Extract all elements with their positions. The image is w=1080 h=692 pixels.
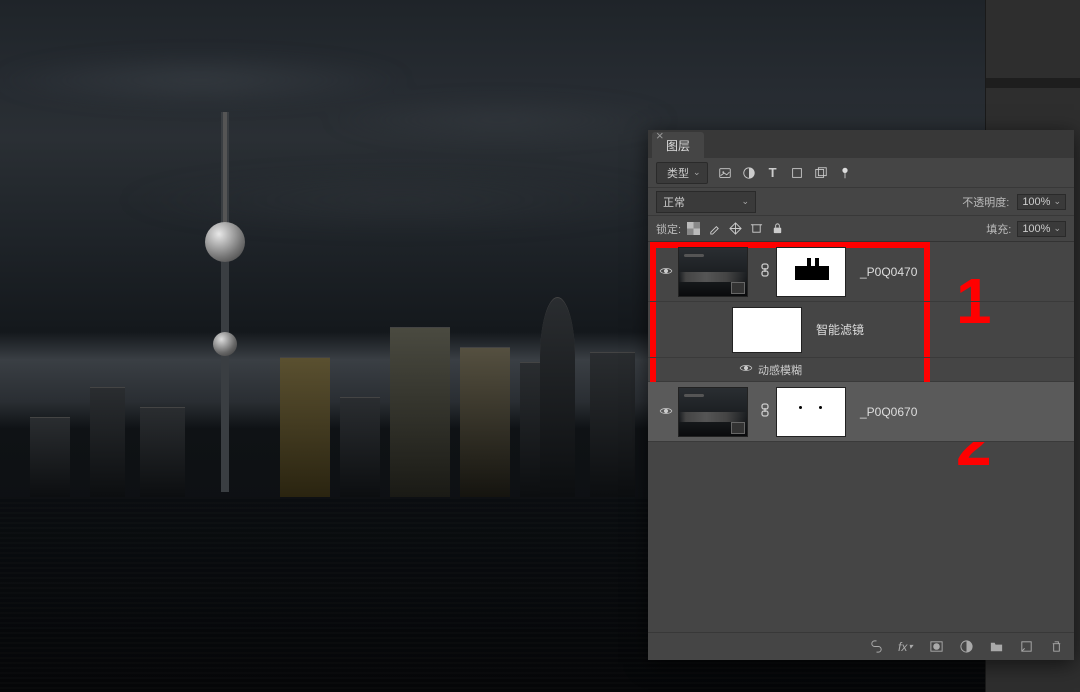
smart-filter-row[interactable]: 智能滤镜 xyxy=(648,302,1074,358)
smart-filter-mask[interactable] xyxy=(732,307,802,353)
lock-position-icon[interactable] xyxy=(729,222,742,235)
group-icon[interactable] xyxy=(988,639,1004,655)
fill-input[interactable]: 100% ⌄ xyxy=(1017,221,1066,237)
chevron-down-icon: ⌄ xyxy=(1053,196,1061,207)
lock-transparency-icon[interactable] xyxy=(687,222,700,235)
layer-row[interactable]: _P0Q0470 xyxy=(648,242,1074,302)
blend-mode-select[interactable]: 正常 ⌄ xyxy=(656,191,756,213)
layers-list: 1 2 _P0Q0470 智能滤镜 动感模糊 xyxy=(648,242,1074,630)
layers-footer: fx▾ xyxy=(648,632,1074,660)
filter-item[interactable]: 动感模糊 xyxy=(648,358,1074,382)
filter-type-select[interactable]: 类型 ⌄ xyxy=(656,162,708,184)
delete-layer-icon[interactable] xyxy=(1048,639,1064,655)
visibility-icon[interactable] xyxy=(659,265,673,279)
filter-text-icon[interactable]: T xyxy=(766,166,780,180)
filter-smart-icon[interactable] xyxy=(814,166,828,180)
layer-row[interactable]: _P0Q0670 xyxy=(648,382,1074,442)
blend-opacity-row: 正常 ⌄ 不透明度: 100% ⌄ xyxy=(648,188,1074,216)
layer-name[interactable]: _P0Q0670 xyxy=(860,405,917,419)
layer-style-icon[interactable]: fx▾ xyxy=(898,639,914,655)
layer-thumbnail[interactable] xyxy=(678,247,748,297)
layer-mask-thumbnail[interactable] xyxy=(776,247,846,297)
layer-mask-icon[interactable] xyxy=(928,639,944,655)
blend-mode-value: 正常 xyxy=(663,194,685,210)
close-icon[interactable]: × xyxy=(656,128,664,143)
opacity-value: 100% xyxy=(1022,196,1050,208)
filter-pixel-icon[interactable] xyxy=(718,166,732,180)
lock-paint-icon[interactable] xyxy=(708,222,721,235)
panel-tabs: 图层 xyxy=(648,130,1074,158)
chevron-down-icon: ⌄ xyxy=(741,196,749,207)
filter-toggle-icon[interactable] xyxy=(838,166,852,180)
lock-artboard-icon[interactable] xyxy=(750,222,763,235)
new-layer-icon[interactable] xyxy=(1018,639,1034,655)
opacity-input[interactable]: 100% ⌄ xyxy=(1017,194,1066,210)
layer-mask-thumbnail[interactable] xyxy=(776,387,846,437)
fill-label: 填充: xyxy=(986,221,1011,237)
fill-value: 100% xyxy=(1022,223,1050,235)
filter-shape-icon[interactable] xyxy=(790,166,804,180)
adjustment-layer-icon[interactable] xyxy=(958,639,974,655)
filter-adjust-icon[interactable] xyxy=(742,166,756,180)
lock-label: 锁定: xyxy=(656,221,681,237)
visibility-icon[interactable] xyxy=(659,405,673,419)
link-icon[interactable] xyxy=(758,403,772,420)
layer-name[interactable]: _P0Q0470 xyxy=(860,265,917,279)
link-layers-icon[interactable] xyxy=(868,639,884,655)
lock-fill-row: 锁定: 填充: 100% ⌄ xyxy=(648,216,1074,242)
chevron-down-icon: ⌄ xyxy=(693,167,701,178)
layer-thumbnail[interactable] xyxy=(678,387,748,437)
filter-name: 动感模糊 xyxy=(758,362,802,378)
link-icon[interactable] xyxy=(758,263,772,280)
filter-label: 类型 xyxy=(667,165,689,181)
visibility-icon[interactable] xyxy=(739,363,753,376)
lock-all-icon[interactable] xyxy=(771,222,784,235)
chevron-down-icon: ⌄ xyxy=(1053,223,1061,234)
opacity-label: 不透明度: xyxy=(962,194,1009,210)
smart-filter-label: 智能滤镜 xyxy=(816,321,864,338)
layer-filter-bar: 类型 ⌄ T xyxy=(648,158,1074,188)
layers-panel: × 图层 类型 ⌄ T 正常 ⌄ 不透明度: 100% ⌄ xyxy=(648,130,1074,660)
